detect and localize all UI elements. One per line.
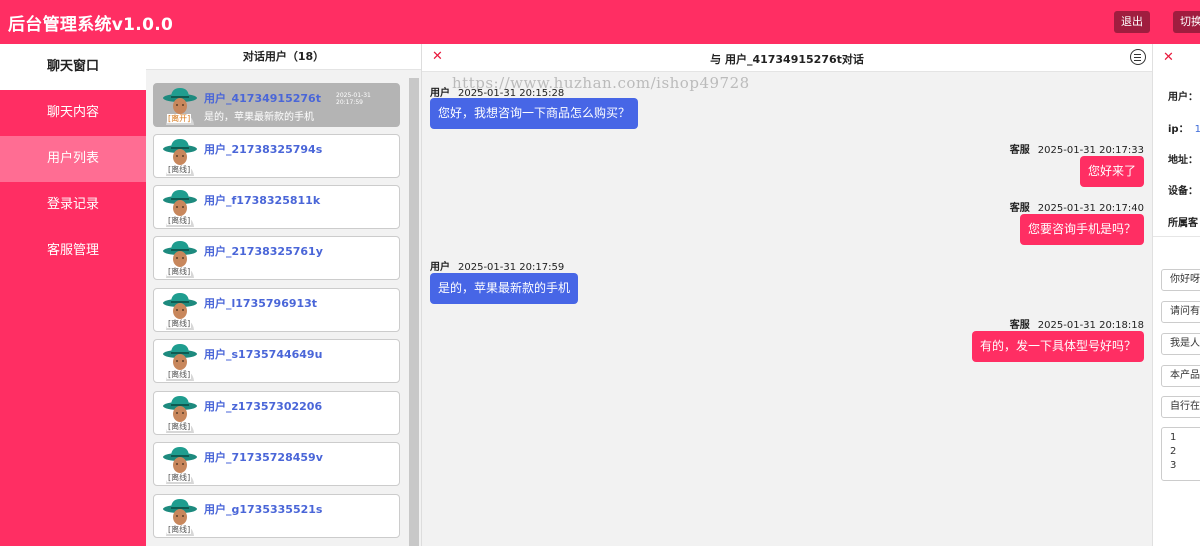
info-label: 设备： (1168, 186, 1198, 197)
message-bubble: 是的，苹果最新款的手机 (430, 273, 579, 304)
message-sender: 客服 (1009, 320, 1030, 331)
switch-button[interactable]: 切换 (1173, 11, 1200, 33)
user-list-scroll: [离开] 用户_41734915276t 2025-01-31 20:17:59… (146, 71, 422, 546)
user-list-title: 对话用户（18） (146, 44, 421, 70)
user-last-time: 2025-01-31 20:17:59 (336, 92, 371, 106)
user-card[interactable]: [离线] 用户_f1738325811k (153, 185, 400, 229)
user-status-badge: [离线] (167, 473, 192, 482)
user-card[interactable]: [离开] 用户_41734915276t 2025-01-31 20:17:59… (153, 83, 400, 127)
user-card[interactable]: [离线] 用户_71735728459v (153, 442, 400, 486)
user-card[interactable]: [离线] 用户_21738325761y (153, 236, 400, 280)
info-value: 12 (1195, 124, 1200, 135)
user-list-scrollbar[interactable] (409, 78, 419, 546)
info-label: 所属客 (1168, 218, 1198, 229)
info-device-row: 设备： (1168, 182, 1200, 197)
info-ip-row: ip： 12 (1168, 120, 1200, 135)
message-bubble: 您要咨询手机是吗？ (1019, 214, 1144, 245)
user-last-message: 是的，苹果最新款的手机 (204, 112, 314, 123)
message-bubble: 您好来了 (1079, 156, 1144, 187)
sidebar-nav: 聊天窗口 聊天内容 用户列表 登录记录 客服管理 (0, 44, 146, 546)
message-meta: 客服 2025-01-31 20:17:33 (1010, 141, 1144, 156)
quick-reply-item[interactable]: 本产品 (1161, 365, 1200, 387)
message-time: 2025-01-31 20:17:59 (458, 262, 565, 273)
message-meta: 客服 2025-01-31 20:18:18 (1010, 316, 1144, 331)
reply-line: 3 (1170, 460, 1177, 471)
chat-title: 与 用户_41734915276t对话 (710, 53, 864, 66)
user-name: 用户_21738325761y (204, 245, 323, 258)
user-name: 用户_41734915276t (204, 92, 321, 105)
sidebar-item-user-list[interactable]: 用户列表 (0, 136, 146, 182)
message-time: 2025-01-31 20:18:18 (1037, 320, 1144, 331)
info-label: ip： (1168, 124, 1189, 135)
message-time: 2025-01-31 20:17:40 (1037, 203, 1144, 214)
close-info-icon[interactable]: ✕ (1163, 50, 1174, 65)
message-bubble: 有的，发一下具体型号好吗？ (971, 331, 1144, 362)
reply-line: 1 (1170, 432, 1177, 443)
chat-header: ✕ 与 用户_41734915276t对话 (422, 44, 1152, 72)
message-meta: 客服 2025-01-31 20:17:40 (1010, 199, 1144, 214)
conversation-user-list: 对话用户（18） [离开] 用户_41734915276t 2025-01-31… (146, 44, 422, 546)
reply-textarea[interactable]: 1 2 3 (1161, 427, 1200, 481)
message-sender: 用户 (430, 262, 450, 273)
info-address-row: 地址： (1168, 151, 1200, 166)
user-status-badge: [离线] (167, 319, 192, 328)
app-title: 后台管理系统v1.0.0 (8, 15, 174, 35)
reply-line: 2 (1170, 446, 1177, 457)
user-card[interactable]: [离线] 用户_z17357302206 (153, 391, 400, 435)
message-sender: 客服 (1009, 203, 1030, 214)
user-name: 用户_21738325794s (204, 143, 323, 156)
user-status-badge: [离线] (167, 267, 192, 276)
user-name: 用户_s1735744649u (204, 348, 323, 361)
message-bubble: 您好，我想咨询一下商品怎么购买？ (430, 98, 639, 129)
quick-reply-item[interactable]: 你好呀 (1161, 269, 1200, 291)
info-agent-row: 所属客 (1168, 214, 1200, 229)
message-sender: 客服 (1009, 145, 1030, 156)
sidebar-item-agent-management[interactable]: 客服管理 (0, 228, 146, 274)
message-meta: 用户 2025-01-31 20:17:59 (430, 258, 564, 273)
app-header: 后台管理系统v1.0.0 退出 切换 (0, 0, 1200, 44)
user-info-panel: ✕ 用户： ip：12 地址： 设备： 所属客 你好呀 请问有 我是人 本产品 … (1152, 44, 1200, 546)
user-status-badge: [离线] (167, 216, 192, 225)
user-name: 用户_f1738325811k (204, 194, 321, 207)
user-card[interactable]: [离线] 用户_21738325794s (153, 134, 400, 178)
info-label: 用户： (1168, 92, 1198, 103)
quick-reply-item[interactable]: 请问有 (1161, 301, 1200, 323)
logout-button[interactable]: 退出 (1114, 11, 1150, 33)
user-status-badge: [离线] (167, 165, 192, 174)
menu-icon[interactable] (1130, 49, 1146, 65)
quick-reply-item[interactable]: 我是人 (1161, 333, 1200, 355)
user-name: 用户_71735728459v (204, 451, 323, 464)
user-card[interactable]: [离线] 用户_g1735335521s (153, 494, 400, 538)
user-name: 用户_z17357302206 (204, 400, 323, 413)
user-status-badge: [离线] (167, 422, 192, 431)
user-status-badge: [离线] (167, 370, 192, 379)
sidebar-item-chat-content[interactable]: 聊天内容 (0, 90, 146, 136)
user-card[interactable]: [离线] 用户_l1735796913t (153, 288, 400, 332)
chat-window: ✕ 与 用户_41734915276t对话 https://www.huzhan… (422, 44, 1152, 546)
message-time: 2025-01-31 20:17:33 (1037, 145, 1144, 156)
divider (1153, 236, 1200, 237)
user-name: 用户_g1735335521s (204, 503, 323, 516)
quick-reply-item[interactable]: 自行在 (1161, 396, 1200, 418)
user-card[interactable]: [离线] 用户_s1735744649u (153, 339, 400, 383)
user-name: 用户_l1735796913t (204, 297, 318, 310)
message-meta: 用户 2025-01-31 20:15:28 (430, 84, 564, 99)
sidebar-item-login-records[interactable]: 登录记录 (0, 182, 146, 228)
info-label: 地址： (1168, 155, 1198, 166)
sidebar-item-chat-window[interactable]: 聊天窗口 (0, 44, 146, 90)
info-user-row: 用户： (1168, 88, 1200, 103)
user-status-badge: [离开] (167, 114, 192, 123)
user-status-badge: [离线] (167, 525, 192, 534)
